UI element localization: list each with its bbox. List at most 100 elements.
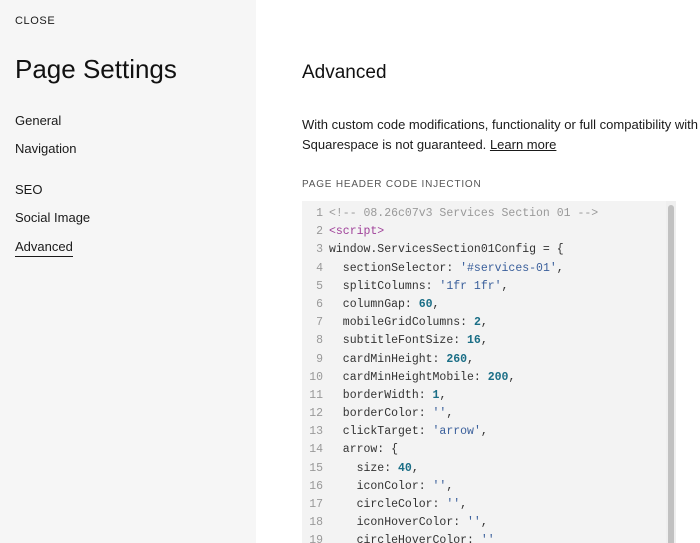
line-number: 8 bbox=[316, 334, 323, 348]
code-line[interactable]: 6 columnGap: 60, bbox=[302, 296, 666, 314]
code-token: subtitleFontSize: bbox=[329, 334, 468, 348]
code-token: '#services-01' bbox=[460, 261, 557, 275]
code-token: <!-- 08.26c07v3 Services Section 01 --> bbox=[329, 207, 599, 220]
code-token: , bbox=[508, 370, 516, 384]
code-line[interactable]: 19 circleHoverColor: '' bbox=[302, 532, 666, 543]
code-injection-label: PAGE HEADER CODE INJECTION bbox=[302, 179, 482, 190]
line-number: 2 bbox=[316, 225, 323, 239]
code-token: <script> bbox=[329, 225, 385, 239]
code-line[interactable]: 1 <!-- 08.26c07v3 Services Section 01 --> bbox=[302, 205, 666, 223]
code-token: 'arrow' bbox=[432, 425, 481, 439]
code-line[interactable]: 12 borderColor: '', bbox=[302, 405, 666, 423]
line-number: 16 bbox=[309, 479, 323, 493]
line-number: 14 bbox=[309, 443, 323, 457]
learn-more-link[interactable]: Learn more bbox=[490, 137, 556, 152]
code-token: sectionSelector: bbox=[329, 261, 461, 275]
sidebar-item-navigation[interactable]: Navigation bbox=[15, 141, 76, 156]
description-line-2-text: Squarespace is not guaranteed. bbox=[302, 137, 487, 152]
sidebar-item-advanced[interactable]: Advanced bbox=[15, 239, 73, 257]
code-line[interactable]: 14 arrow: { bbox=[302, 441, 666, 459]
code-token: , bbox=[432, 297, 440, 311]
code-token: iconColor: bbox=[329, 479, 433, 493]
line-number: 4 bbox=[316, 261, 323, 275]
code-line[interactable]: 8 subtitleFontSize: 16, bbox=[302, 332, 666, 350]
line-number: 12 bbox=[309, 407, 323, 421]
code-token: '' bbox=[480, 534, 495, 543]
main-panel: Advanced With custom code modifications,… bbox=[256, 0, 700, 543]
sidebar-item-general[interactable]: General bbox=[15, 113, 61, 128]
code-token: clickTarget: bbox=[329, 425, 433, 439]
code-token: , bbox=[480, 516, 488, 530]
code-line[interactable]: 13 clickTarget: 'arrow', bbox=[302, 423, 666, 441]
code-line[interactable]: 11 borderWidth: 1, bbox=[302, 387, 666, 405]
page-title: Page Settings bbox=[15, 54, 177, 84]
code-token: splitColumns: bbox=[329, 279, 440, 293]
code-token: size: bbox=[329, 461, 399, 475]
code-token: columnGap: bbox=[329, 297, 419, 311]
code-token: '' bbox=[467, 516, 481, 530]
line-number: 9 bbox=[316, 352, 323, 366]
description: With custom code modifications, function… bbox=[302, 115, 700, 155]
line-number: 6 bbox=[316, 297, 323, 311]
scrollbar-thumb[interactable] bbox=[668, 205, 674, 543]
code-token: , bbox=[480, 316, 488, 330]
section-title: Advanced bbox=[302, 62, 387, 83]
line-number: 15 bbox=[309, 461, 323, 475]
code-token: , bbox=[446, 407, 454, 421]
code-token: arrow: { bbox=[329, 443, 399, 457]
code-token: , bbox=[460, 498, 468, 511]
line-number: 10 bbox=[309, 370, 323, 384]
close-button[interactable]: CLOSE bbox=[15, 15, 55, 27]
code-token: iconHoverColor: bbox=[329, 516, 468, 530]
code-token: cardMinHeight: bbox=[329, 352, 447, 366]
line-number: 5 bbox=[316, 279, 323, 293]
description-line-1: With custom code modifications, function… bbox=[302, 117, 698, 132]
code-token: window.ServicesSection01Config = { bbox=[329, 243, 564, 257]
code-line[interactable]: 10 cardMinHeightMobile: 200, bbox=[302, 369, 666, 387]
line-number: 1 bbox=[316, 207, 323, 220]
scrollbar[interactable] bbox=[666, 201, 676, 543]
code-line[interactable]: 18 iconHoverColor: '', bbox=[302, 514, 666, 532]
code-token: cardMinHeightMobile: bbox=[329, 370, 488, 384]
code-line[interactable]: 2 <script> bbox=[302, 223, 666, 241]
code-line[interactable]: 3 window.ServicesSection01Config = { bbox=[302, 241, 666, 259]
line-number: 13 bbox=[309, 425, 323, 439]
code-token: circleColor: bbox=[329, 498, 447, 511]
code-line[interactable]: 5 splitColumns: '1fr 1fr', bbox=[302, 278, 666, 296]
description-line-2: Squarespace is not guaranteed. Learn mor… bbox=[302, 135, 700, 155]
code-token: , bbox=[556, 261, 564, 275]
code-token: , bbox=[439, 388, 447, 402]
code-line[interactable]: 9 cardMinHeight: 260, bbox=[302, 351, 666, 369]
code-token: mobileGridColumns: bbox=[329, 316, 474, 330]
line-number: 7 bbox=[316, 316, 323, 330]
line-number: 11 bbox=[309, 388, 323, 402]
line-number: 3 bbox=[316, 243, 323, 257]
code-line[interactable]: 7 mobileGridColumns: 2, bbox=[302, 314, 666, 332]
line-number: 17 bbox=[309, 498, 323, 511]
code-token: , bbox=[446, 479, 454, 493]
code-token: , bbox=[467, 352, 474, 366]
code-token: 2 bbox=[473, 316, 481, 330]
code-editor[interactable]: 1 <!-- 08.26c07v3 Services Section 01 -->… bbox=[302, 201, 676, 543]
sidebar-item-seo[interactable]: SEO bbox=[15, 182, 42, 197]
code-token: 16 bbox=[467, 334, 481, 348]
code-token: borderWidth: bbox=[329, 388, 433, 402]
sidebar: CLOSE Page Settings General Navigation S… bbox=[0, 0, 256, 543]
sidebar-item-social-image[interactable]: Social Image bbox=[15, 210, 90, 225]
code-line[interactable]: 17 circleColor: '', bbox=[302, 496, 666, 514]
code-token: '' bbox=[432, 407, 447, 421]
code-token: '' bbox=[432, 479, 447, 493]
code-lines[interactable]: 1 <!-- 08.26c07v3 Services Section 01 -->… bbox=[302, 205, 666, 543]
line-number: 18 bbox=[309, 516, 323, 530]
code-line[interactable]: 4 sectionSelector: '#services-01', bbox=[302, 260, 666, 278]
code-token: , bbox=[480, 425, 488, 439]
code-token: , bbox=[411, 461, 419, 475]
code-line[interactable]: 16 iconColor: '', bbox=[302, 478, 666, 496]
code-token: , bbox=[480, 334, 488, 348]
code-token: '' bbox=[446, 498, 461, 511]
code-token: , bbox=[501, 279, 509, 293]
code-line[interactable]: 15 size: 40, bbox=[302, 460, 666, 478]
code-token: 60 bbox=[418, 297, 433, 311]
code-token: 40 bbox=[398, 461, 412, 475]
code-token: '1fr 1fr' bbox=[439, 279, 502, 293]
